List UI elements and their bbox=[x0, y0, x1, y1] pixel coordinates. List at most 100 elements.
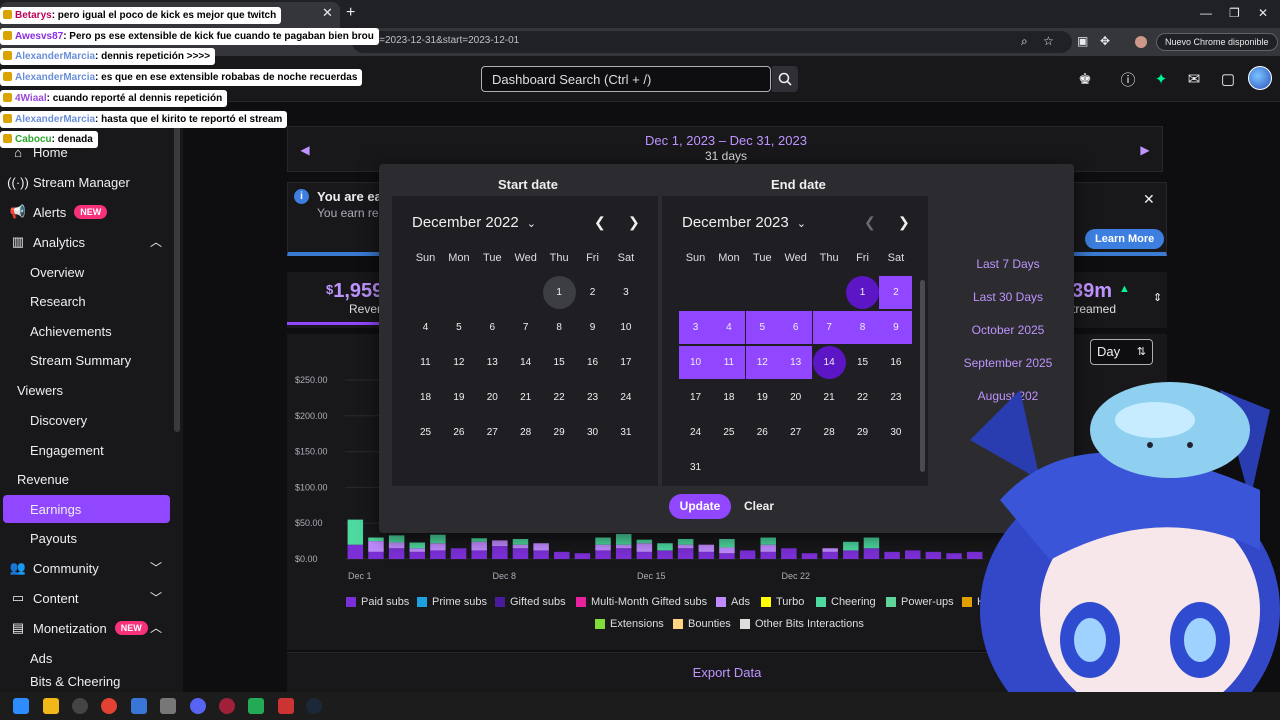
omnibox[interactable]: nd=2023-12-31&start=2023-12-01 bbox=[352, 31, 1072, 53]
calendar-day[interactable]: 24 bbox=[679, 416, 712, 449]
calendar-day[interactable]: 15 bbox=[543, 346, 576, 379]
sidebar-item-content[interactable]: ▭ Content ﹀ bbox=[0, 585, 174, 611]
dashboard-search-input[interactable] bbox=[481, 66, 771, 92]
chrome-update-button[interactable]: Nuevo Chrome disponible bbox=[1156, 33, 1278, 51]
calendar-day[interactable]: 12 bbox=[745, 346, 779, 379]
profile-icon[interactable] bbox=[1135, 36, 1147, 48]
puzzle-icon[interactable]: ✥ bbox=[1100, 34, 1110, 48]
minimize-icon[interactable]: — bbox=[1200, 6, 1212, 20]
window-close-icon[interactable]: ✕ bbox=[1258, 6, 1268, 20]
preset-option[interactable]: Last 30 Days bbox=[942, 290, 1074, 304]
end-next-month-icon[interactable]: ❯ bbox=[898, 214, 910, 231]
calendar-day[interactable]: 31 bbox=[679, 451, 712, 484]
calendar-day[interactable]: 17 bbox=[609, 346, 642, 379]
calendar-day[interactable]: 20 bbox=[779, 381, 812, 414]
calendar-day[interactable]: 6 bbox=[476, 311, 509, 344]
legend-item[interactable]: Ads bbox=[716, 596, 750, 608]
app-icon[interactable] bbox=[160, 698, 176, 714]
file-explorer-icon[interactable] bbox=[43, 698, 59, 714]
sidebar-item-payouts[interactable]: Payouts bbox=[0, 525, 174, 551]
next-range-icon[interactable]: ▶ bbox=[1128, 139, 1162, 161]
calendar-day[interactable]: 31 bbox=[609, 416, 642, 449]
revenue-value[interactable]: $1,959 bbox=[326, 280, 383, 303]
calendar-day[interactable]: 4 bbox=[712, 311, 746, 344]
sidebar-item-alerts[interactable]: 📢 Alerts NEW bbox=[0, 199, 174, 225]
app-icon[interactable] bbox=[278, 698, 294, 714]
calendar-day[interactable]: 10 bbox=[679, 346, 712, 379]
calendar-day[interactable]: 29 bbox=[846, 416, 879, 449]
calendar-day[interactable]: 22 bbox=[846, 381, 879, 414]
app-icon[interactable] bbox=[72, 698, 88, 714]
end-prev-month-icon[interactable]: ❮ bbox=[864, 214, 876, 231]
calendar-day[interactable]: 8 bbox=[846, 311, 879, 344]
calendar-day[interactable]: 7 bbox=[509, 311, 542, 344]
calendar-day[interactable]: 3 bbox=[679, 311, 712, 344]
calendar-day[interactable]: 16 bbox=[576, 346, 609, 379]
opera-icon[interactable] bbox=[219, 698, 235, 714]
bookmark-star-icon[interactable]: ☆ bbox=[1043, 34, 1054, 48]
legend-item[interactable]: Prime subs bbox=[417, 596, 487, 608]
calendar-day[interactable]: 14 bbox=[812, 346, 846, 379]
sidebar-item-ads[interactable]: Ads bbox=[0, 645, 174, 671]
calendar-day[interactable]: 11 bbox=[409, 346, 442, 379]
legend-item[interactable]: Extensions bbox=[595, 618, 664, 630]
update-button[interactable]: Update bbox=[669, 494, 731, 519]
calendar-day[interactable]: 23 bbox=[576, 381, 609, 414]
learn-more-button[interactable]: Learn More bbox=[1085, 229, 1165, 249]
calendar-day[interactable]: 14 bbox=[509, 346, 542, 379]
sidebar-item-bits[interactable]: Bits & Cheering bbox=[0, 674, 174, 692]
calendar-day[interactable]: 23 bbox=[879, 381, 912, 414]
end-month-select[interactable]: December 2023 ⌄ bbox=[682, 214, 806, 231]
sidebar-item-achievements[interactable]: Achievements bbox=[0, 318, 174, 344]
sparkle-icon[interactable]: ✦ bbox=[1152, 70, 1170, 88]
banner-close-icon[interactable]: ✕ bbox=[1143, 191, 1155, 208]
tab-close-icon[interactable]: ✕ bbox=[322, 5, 333, 21]
calendar-day[interactable]: 28 bbox=[509, 416, 542, 449]
calendar-scrollbar[interactable] bbox=[920, 280, 925, 472]
calendar-day[interactable]: 4 bbox=[409, 311, 442, 344]
calendar-day[interactable]: 28 bbox=[813, 416, 846, 449]
help-icon[interactable]: ⓘ bbox=[1119, 70, 1137, 89]
calendar-day[interactable]: 18 bbox=[712, 381, 745, 414]
windows-start-icon[interactable] bbox=[13, 698, 29, 714]
start-month-select[interactable]: December 2022 ⌄ bbox=[412, 214, 536, 231]
sidebar-item-stream-manager[interactable]: ((·)) Stream Manager bbox=[0, 169, 174, 195]
legend-item[interactable]: Multi-Month Gifted subs bbox=[576, 596, 707, 608]
chrome-icon[interactable] bbox=[101, 698, 117, 714]
legend-item[interactable]: Cheering bbox=[816, 596, 876, 608]
legend-item[interactable]: Turbo bbox=[761, 596, 804, 608]
calendar-day[interactable]: 13 bbox=[476, 346, 509, 379]
sidebar-item-monetization[interactable]: ▤ Monetization NEW ︿ bbox=[0, 615, 174, 641]
calendar-day[interactable]: 5 bbox=[442, 311, 475, 344]
maximize-icon[interactable]: ❐ bbox=[1229, 6, 1240, 20]
calendar-day[interactable]: 10 bbox=[609, 311, 642, 344]
calendar-day[interactable]: 21 bbox=[813, 381, 846, 414]
calendar-day[interactable]: 25 bbox=[409, 416, 442, 449]
calendar-day[interactable]: 2 bbox=[879, 276, 913, 309]
calendar-day[interactable]: 26 bbox=[442, 416, 475, 449]
sidebar-item-discovery[interactable]: Discovery bbox=[0, 407, 174, 433]
crown-icon[interactable]: ♚ bbox=[1076, 70, 1094, 88]
calendar-day[interactable]: 18 bbox=[409, 381, 442, 414]
calendar-day[interactable]: 13 bbox=[779, 346, 813, 379]
calendar-day[interactable]: 6 bbox=[779, 311, 813, 344]
sidebar-item-overview[interactable]: Overview bbox=[0, 259, 174, 285]
calendar-day[interactable]: 9 bbox=[879, 311, 913, 344]
sidebar-item-engagement[interactable]: Engagement bbox=[0, 437, 174, 463]
legend-item[interactable]: Paid subs bbox=[346, 596, 409, 608]
calendar-day[interactable]: 15 bbox=[846, 346, 879, 379]
sidebar-item-earnings[interactable]: Earnings bbox=[3, 495, 170, 523]
metric-scroll-icon[interactable]: ⇕ bbox=[1153, 291, 1162, 304]
calendar-day[interactable]: 27 bbox=[779, 416, 812, 449]
calendar-day[interactable]: 29 bbox=[543, 416, 576, 449]
extension-icon[interactable]: ▣ bbox=[1077, 34, 1088, 48]
calendar-day[interactable]: 21 bbox=[509, 381, 542, 414]
calendar-day[interactable]: 1 bbox=[846, 276, 879, 309]
calendar-day[interactable]: 17 bbox=[679, 381, 712, 414]
legend-item[interactable]: Bounties bbox=[673, 618, 731, 630]
zoom-icon[interactable]: ⌕ bbox=[1021, 34, 1028, 49]
legend-item[interactable]: Gifted subs bbox=[495, 596, 566, 608]
calendar-day[interactable]: 24 bbox=[609, 381, 642, 414]
new-tab-icon[interactable]: + bbox=[346, 4, 355, 22]
calendar-day[interactable]: 16 bbox=[879, 346, 912, 379]
